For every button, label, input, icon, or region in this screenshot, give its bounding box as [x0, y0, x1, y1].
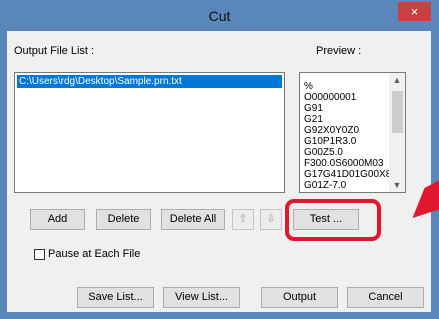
- scroll-thumb[interactable]: [392, 91, 403, 133]
- preview-line: G17G41D01G00X8.0: [304, 169, 392, 180]
- scroll-down-icon[interactable]: ▼: [389, 178, 405, 192]
- dialog-client-area: Output File List : Preview : C:\Users\rd…: [7, 31, 431, 312]
- close-icon: ×: [410, 4, 419, 19]
- preview-line: G21: [304, 114, 323, 125]
- move-down-button[interactable]: ⇩: [260, 209, 282, 230]
- cancel-button[interactable]: Cancel: [347, 287, 424, 308]
- preview-line: G10P1R3.0: [304, 136, 357, 147]
- delete-all-button[interactable]: Delete All: [161, 209, 225, 230]
- pause-checkbox[interactable]: [34, 249, 45, 260]
- test-button-highlight: [285, 199, 381, 241]
- close-button[interactable]: ×: [398, 2, 431, 21]
- preview-scrollbar[interactable]: ▲ ▼: [389, 73, 405, 192]
- save-list-button[interactable]: Save List...: [77, 287, 154, 308]
- add-button[interactable]: Add: [30, 209, 85, 230]
- arrow-down-icon: ⇩: [266, 213, 276, 225]
- preview-line: %: [304, 81, 313, 92]
- scroll-up-icon[interactable]: ▲: [389, 73, 405, 87]
- window-title: Cut: [208, 8, 231, 24]
- preview-box[interactable]: % O00000001 G91 G21 G92X0Y0Z0 G10P1R3.0 …: [299, 72, 406, 193]
- preview-line: F300.0S6000M03: [304, 158, 384, 169]
- output-button[interactable]: Output: [261, 287, 338, 308]
- output-file-list-label: Output File List :: [14, 45, 95, 57]
- move-up-button[interactable]: ⇧: [232, 209, 254, 230]
- output-file-list[interactable]: C:\Users\rdg\Desktop\Sample.prn.txt: [14, 72, 285, 193]
- arrow-up-icon: ⇧: [238, 213, 248, 225]
- preview-line: G92X0Y0Z0: [304, 125, 360, 136]
- delete-button[interactable]: Delete: [96, 209, 151, 230]
- preview-line: G00Z5.0: [304, 147, 343, 158]
- list-item[interactable]: C:\Users\rdg\Desktop\Sample.prn.txt: [17, 75, 282, 88]
- view-list-button[interactable]: View List...: [163, 287, 240, 308]
- preview-line: O00000001: [304, 92, 357, 103]
- pointer-arrow-icon: [412, 180, 439, 218]
- preview-line: G01Z-7.0: [304, 180, 347, 191]
- title-bar: Cut ×: [1, 1, 438, 32]
- preview-text: % O00000001 G91 G21 G92X0Y0Z0 G10P1R3.0 …: [304, 81, 392, 191]
- preview-label: Preview :: [316, 45, 362, 57]
- preview-line: G91: [304, 103, 323, 114]
- pause-at-each-file-label: Pause at Each File: [48, 248, 141, 260]
